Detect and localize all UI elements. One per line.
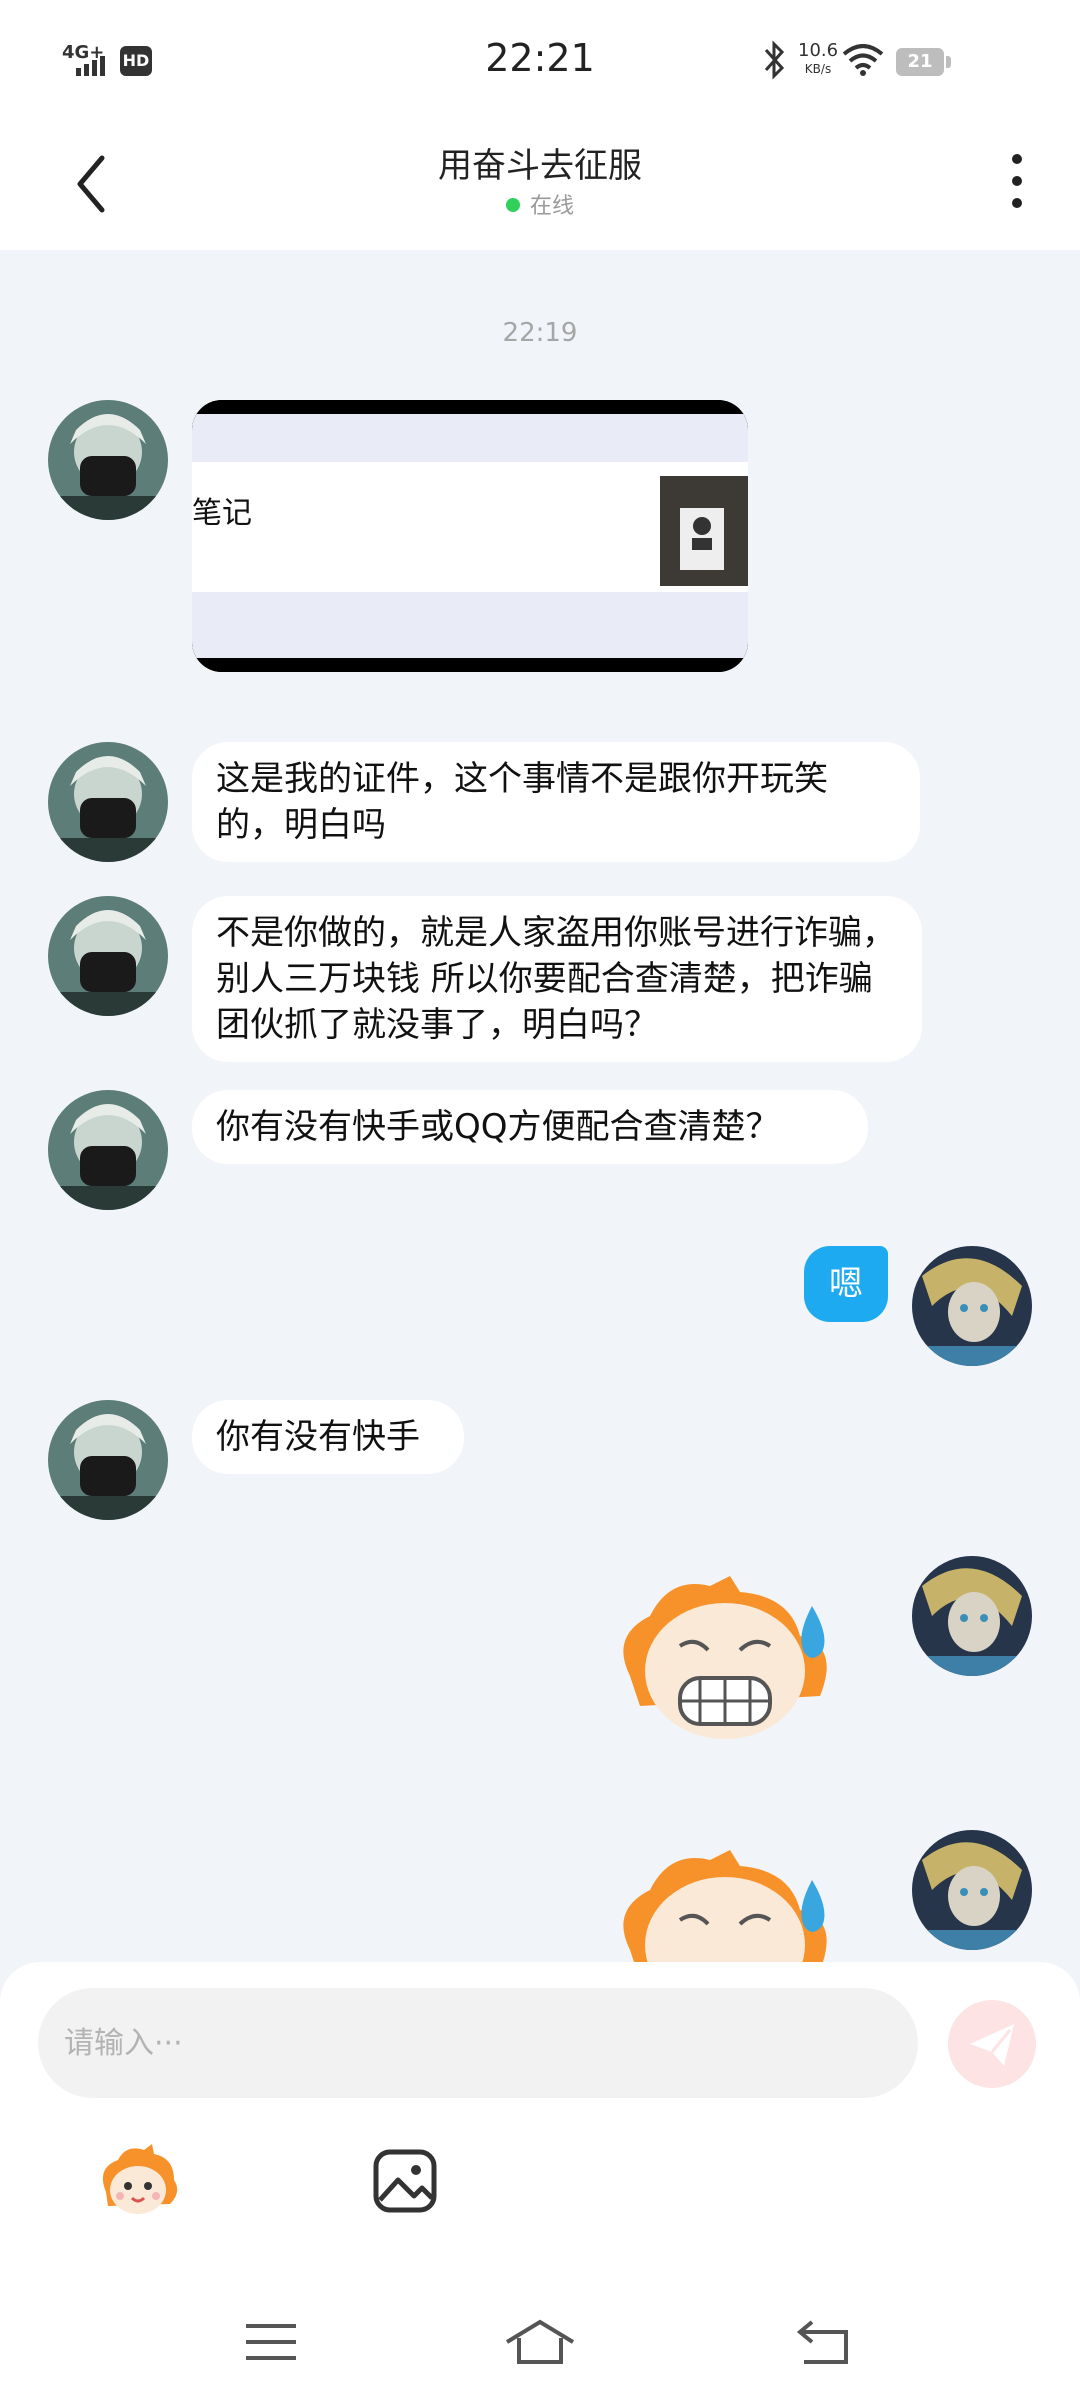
avatar-image (48, 896, 168, 1016)
battery-level: 21 (896, 48, 944, 76)
emoji-icon[interactable] (92, 2142, 182, 2222)
avatar-image (912, 1556, 1032, 1676)
avatar-image (912, 1830, 1032, 1950)
message-bubble[interactable]: 这是我的证件，这个事情不是跟你开玩笑的，明白吗 (192, 742, 920, 862)
home-icon[interactable] (505, 2312, 575, 2372)
network-speed: 10.6 KB/s (798, 42, 838, 78)
my-avatar[interactable] (912, 1246, 1032, 1366)
wifi-icon (842, 44, 884, 76)
online-dot (505, 198, 520, 212)
status-bar: 4G+ HD 22:21 10.6 KB/s 21 (0, 0, 1080, 120)
send-icon (970, 2024, 1014, 2066)
sticker-sweat-grimace[interactable] (600, 1840, 850, 1962)
contact-avatar[interactable] (48, 1400, 168, 1520)
message-input[interactable] (38, 1988, 918, 2098)
avatar-image (48, 400, 168, 520)
bluetooth-icon (764, 40, 785, 80)
more-icon[interactable] (996, 148, 1036, 218)
menu-icon[interactable] (236, 2312, 306, 2372)
image-thumbnail (192, 400, 748, 672)
avatar-image (48, 1400, 168, 1520)
message-bubble[interactable]: 你有没有快手或QQ方便配合查清楚？ (192, 1090, 868, 1164)
send-button[interactable] (948, 2000, 1036, 2088)
contact-name: 用奋斗去征服 (438, 146, 642, 186)
online-status: 在线 (0, 188, 1080, 220)
message-timestamp: 22:19 (502, 318, 578, 348)
contact-avatar[interactable] (48, 896, 168, 1016)
contact-avatar[interactable] (48, 742, 168, 862)
my-message-bubble[interactable]: 嗯 (804, 1246, 888, 1322)
image-icon[interactable] (372, 2148, 438, 2214)
image-message[interactable]: 笔记 (192, 400, 748, 672)
avatar-image (48, 742, 168, 862)
speed-value: 10.6 (798, 40, 839, 61)
my-avatar[interactable] (912, 1830, 1032, 1950)
return-icon[interactable] (790, 2312, 860, 2372)
chat-header: 用奋斗去征服 在线 (0, 120, 1080, 250)
my-avatar[interactable] (912, 1556, 1032, 1676)
message-bubble[interactable]: 不是你做的，就是人家盗用你账号进行诈骗，别人三万块钱 所以你要配合查清楚，把诈骗… (192, 896, 922, 1062)
message-bubble[interactable]: 你有没有快手 (192, 1400, 464, 1474)
avatar-image (912, 1246, 1032, 1366)
contact-avatar[interactable] (48, 400, 168, 520)
battery-icon (946, 56, 951, 68)
system-nav-bar (0, 2290, 1080, 2400)
sticker-sweat-grimace[interactable] (600, 1566, 850, 1766)
contact-avatar[interactable] (48, 1090, 168, 1210)
speed-unit: KB/s (804, 62, 832, 76)
image-caption: 笔记 (192, 496, 252, 531)
online-label: 在线 (529, 194, 574, 219)
avatar-image (48, 1090, 168, 1210)
